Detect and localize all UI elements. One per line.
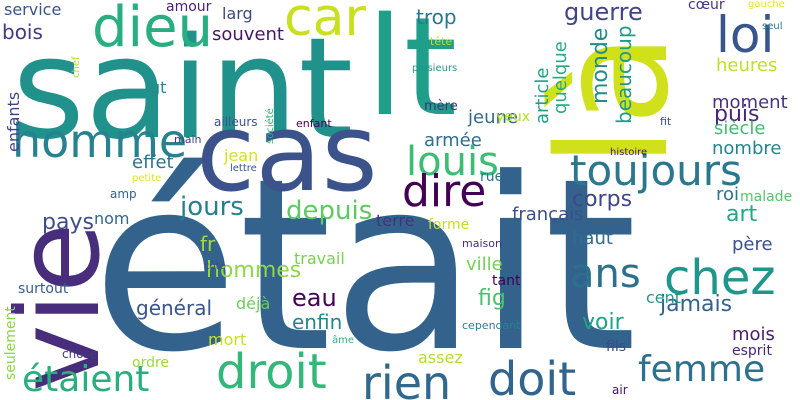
word: car — [284, 0, 366, 48]
word: seulement — [3, 306, 19, 380]
word: enfant — [296, 117, 332, 130]
word: cœur — [688, 0, 725, 13]
word: père — [732, 234, 773, 255]
word: larg — [222, 4, 253, 23]
word: dire — [402, 166, 487, 217]
word: doit — [488, 352, 577, 400]
word: nom — [94, 209, 130, 228]
word: français — [512, 204, 584, 225]
word: mois — [732, 324, 775, 345]
word: histoire — [610, 147, 648, 158]
word: plusieurs — [412, 63, 458, 74]
word: déjà — [236, 294, 271, 313]
word: rue — [480, 169, 504, 185]
word: moment — [712, 92, 788, 113]
word: souvent — [212, 24, 284, 45]
word: armée — [424, 130, 482, 151]
word: fr — [200, 232, 216, 256]
word: ordre — [132, 355, 170, 371]
word: terre — [376, 211, 415, 230]
word: roi — [716, 184, 740, 205]
word: côté — [204, 261, 226, 272]
word: pays — [42, 210, 94, 235]
word: air — [612, 383, 628, 397]
word: bois — [2, 20, 43, 44]
word: étaient — [22, 359, 150, 400]
word: quelque — [550, 41, 571, 114]
word: monde — [588, 27, 613, 104]
word: lettre — [230, 163, 257, 174]
word: mort — [208, 330, 247, 349]
word: fig — [478, 286, 506, 311]
word: cent — [646, 288, 682, 307]
word: gauche — [748, 0, 785, 10]
word: nombre — [712, 138, 782, 159]
word: petite — [132, 173, 162, 184]
word: amp — [110, 187, 137, 201]
word: heures — [716, 55, 778, 76]
word: trop — [416, 5, 457, 29]
word: guerre — [564, 0, 643, 26]
word: âme — [332, 335, 355, 346]
word: beaucoup — [612, 25, 636, 124]
word: jours — [180, 192, 244, 222]
word: main — [174, 133, 202, 146]
word: chef — [71, 56, 82, 78]
word: tant — [492, 273, 521, 289]
word: gt — [150, 78, 167, 97]
word: seul — [762, 21, 783, 32]
word: tête — [430, 35, 453, 48]
word: ailleurs — [214, 115, 258, 129]
word-cloud: était saint là cas vie lt dieu car loi h… — [0, 0, 800, 400]
word: loi — [716, 6, 775, 64]
word: cependant — [462, 319, 521, 332]
word: ville — [466, 254, 503, 275]
word: forme — [428, 217, 470, 233]
word: yeux — [496, 109, 531, 125]
word: depuis — [286, 196, 373, 226]
word: voir — [582, 310, 624, 335]
word: malade — [740, 189, 793, 205]
word: général — [136, 296, 213, 320]
word: travail — [294, 249, 345, 268]
word: jean — [224, 146, 259, 165]
word: surtout — [18, 281, 69, 297]
word: droit — [216, 344, 327, 400]
word: siècle — [714, 118, 766, 139]
word: haut — [572, 228, 613, 249]
word: enfants — [4, 91, 23, 152]
word: chose — [62, 347, 98, 361]
word: fils — [606, 339, 627, 355]
word: fit — [660, 115, 672, 128]
word: ans — [570, 251, 641, 297]
word: art — [726, 202, 758, 227]
word: eau — [292, 284, 337, 312]
word: amour — [166, 0, 212, 15]
word: service — [4, 0, 62, 19]
word: assez — [418, 348, 463, 367]
word: mère — [424, 99, 458, 114]
word: esprit — [732, 343, 772, 359]
word: maison — [462, 237, 502, 250]
word: enfin — [292, 310, 343, 334]
word: effet — [132, 152, 174, 173]
word: société — [265, 108, 276, 144]
